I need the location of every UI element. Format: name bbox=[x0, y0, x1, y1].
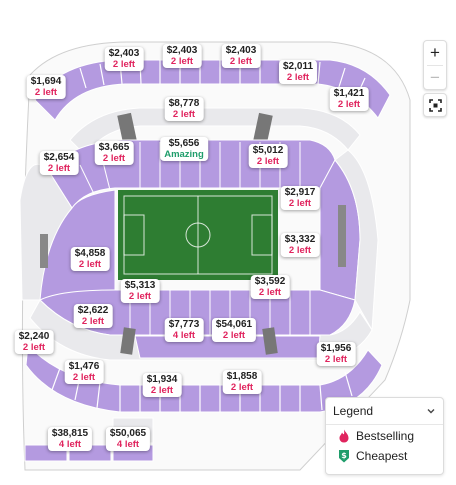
price-tag[interactable]: $3,665 2 left bbox=[94, 141, 134, 165]
tickets-left: 2 left bbox=[112, 59, 136, 70]
price-tag[interactable]: $1,421 2 left bbox=[329, 87, 369, 111]
chevron-down-icon[interactable] bbox=[426, 406, 436, 416]
tickets-left: 2 left bbox=[256, 156, 280, 167]
tickets-left: 2 left bbox=[72, 372, 96, 383]
price-tag[interactable]: $2,403 2 left bbox=[162, 44, 202, 68]
tickets-left: 2 left bbox=[172, 109, 196, 120]
price-value: $2,917 bbox=[284, 187, 316, 198]
legend-label-bestselling: Bestselling bbox=[356, 429, 415, 443]
price-tag[interactable]: $7,773 4 left bbox=[164, 318, 204, 342]
price-tag[interactable]: $1,694 2 left bbox=[26, 75, 66, 99]
price-value: $3,332 bbox=[284, 234, 316, 245]
price-value: $1,421 bbox=[333, 88, 365, 99]
tickets-left: Amazing bbox=[164, 149, 204, 160]
price-value: $2,403 bbox=[225, 45, 257, 56]
price-value: $7,773 bbox=[168, 319, 200, 330]
price-tag[interactable]: $2,917 2 left bbox=[280, 186, 320, 210]
tickets-left: 2 left bbox=[324, 354, 348, 365]
price-value: $5,313 bbox=[124, 280, 156, 291]
tickets-left: 2 left bbox=[170, 56, 194, 67]
price-value: $8,778 bbox=[168, 98, 200, 109]
price-tag[interactable]: $1,956 2 left bbox=[316, 342, 356, 366]
tickets-left: 2 left bbox=[78, 259, 102, 270]
price-value: $2,403 bbox=[108, 48, 140, 59]
price-tag[interactable]: $1,934 2 left bbox=[142, 373, 182, 397]
price-tag[interactable]: $5,313 2 left bbox=[120, 279, 160, 303]
tickets-left: 2 left bbox=[288, 198, 312, 209]
price-tag[interactable]: $8,778 2 left bbox=[164, 97, 204, 121]
price-tag[interactable]: $2,011 2 left bbox=[278, 60, 318, 84]
tickets-left: 4 left bbox=[58, 439, 82, 450]
price-value: $2,622 bbox=[77, 305, 109, 316]
tickets-left: 4 left bbox=[172, 330, 196, 341]
flame-icon bbox=[339, 429, 349, 443]
scoreboard-west bbox=[40, 234, 48, 268]
price-value: $1,934 bbox=[146, 374, 178, 385]
zoom-in-button[interactable]: + bbox=[424, 41, 446, 65]
tickets-left: 2 left bbox=[229, 56, 253, 67]
tickets-left: 2 left bbox=[22, 342, 46, 353]
seat-map[interactable]: $2,403 2 left $2,403 2 left $2,403 2 left $2,0… bbox=[0, 0, 456, 480]
price-value: $4,858 bbox=[74, 248, 106, 259]
price-tag[interactable]: $54,061 2 left bbox=[211, 318, 257, 342]
legend-header[interactable]: Legend bbox=[326, 398, 443, 425]
price-tag[interactable]: $38,815 4 left bbox=[47, 427, 93, 451]
price-value: $2,011 bbox=[282, 61, 314, 72]
price-value: $3,592 bbox=[254, 276, 286, 287]
price-tag[interactable]: $3,592 2 left bbox=[250, 275, 290, 299]
scoreboard-east bbox=[338, 205, 346, 267]
price-tag[interactable]: $2,654 2 left bbox=[39, 151, 79, 175]
price-value: $1,476 bbox=[68, 361, 100, 372]
tickets-left: 4 left bbox=[116, 439, 140, 450]
tickets-left: 2 left bbox=[128, 291, 152, 302]
legend-item-bestselling: Bestselling bbox=[326, 427, 443, 445]
legend-label-cheapest: Cheapest bbox=[356, 449, 408, 463]
price-value: $5,656 bbox=[168, 138, 200, 149]
price-tag[interactable]: $2,403 2 left bbox=[221, 44, 261, 68]
tickets-left: 2 left bbox=[286, 72, 310, 83]
dollar-tag-icon: $ bbox=[339, 450, 349, 463]
fit-screen-icon bbox=[428, 98, 442, 112]
price-value: $38,815 bbox=[51, 428, 89, 439]
legend-panel: Legend Bestselling $ Cheapest bbox=[325, 397, 444, 475]
legend-title: Legend bbox=[333, 404, 374, 418]
price-value: $5,012 bbox=[252, 145, 284, 156]
price-value: $1,694 bbox=[30, 76, 62, 87]
price-tag[interactable]: $3,332 2 left bbox=[280, 233, 320, 257]
tickets-left: 2 left bbox=[230, 382, 254, 393]
price-value: $2,240 bbox=[18, 331, 50, 342]
price-value: $54,061 bbox=[215, 319, 253, 330]
price-tag[interactable]: $50,065 4 left bbox=[105, 427, 151, 451]
price-value: $2,654 bbox=[43, 152, 75, 163]
price-tag[interactable]: $5,012 2 left bbox=[248, 144, 288, 168]
price-tag[interactable]: $1,858 2 left bbox=[222, 370, 262, 394]
price-tag[interactable]: $5,656 Amazing bbox=[160, 137, 208, 161]
zoom-controls: + − bbox=[423, 40, 447, 90]
tickets-left: 2 left bbox=[222, 330, 246, 341]
tickets-left: 2 left bbox=[102, 153, 126, 164]
tickets-left: 2 left bbox=[288, 245, 312, 256]
price-tag[interactable]: $2,622 2 left bbox=[73, 304, 113, 328]
price-value: $1,858 bbox=[226, 371, 258, 382]
price-value: $1,956 bbox=[320, 343, 352, 354]
legend-item-cheapest: $ Cheapest bbox=[326, 447, 443, 465]
price-tag[interactable]: $4,858 2 left bbox=[70, 247, 110, 271]
tickets-left: 2 left bbox=[150, 385, 174, 396]
price-value: $3,665 bbox=[98, 142, 130, 153]
zoom-out-button[interactable]: − bbox=[424, 66, 446, 90]
svg-text:$: $ bbox=[341, 451, 347, 460]
tickets-left: 2 left bbox=[81, 316, 105, 327]
price-value: $50,065 bbox=[109, 428, 147, 439]
price-tag[interactable]: $2,240 2 left bbox=[14, 330, 54, 354]
tickets-left: 2 left bbox=[337, 99, 361, 110]
price-value: $2,403 bbox=[166, 45, 198, 56]
fit-view-button[interactable] bbox=[423, 93, 447, 117]
tickets-left: 2 left bbox=[47, 163, 71, 174]
price-tag[interactable]: $2,403 2 left bbox=[104, 47, 144, 71]
tickets-left: 2 left bbox=[258, 287, 282, 298]
price-tag[interactable]: $1,476 2 left bbox=[64, 360, 104, 384]
tickets-left: 2 left bbox=[34, 87, 58, 98]
